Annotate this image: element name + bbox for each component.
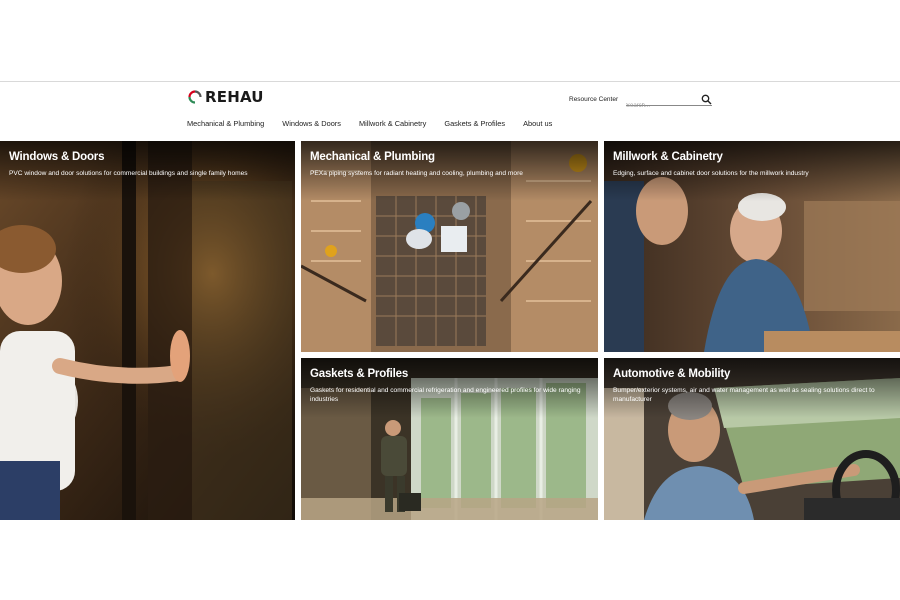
brand-name: REHAU xyxy=(205,88,264,106)
tile-title: Gaskets & Profiles xyxy=(310,368,409,380)
tile-millwork-cabinetry[interactable]: Millwork & Cabinetry Edging, surface and… xyxy=(604,141,900,352)
tile-description: Gaskets for residential and commercial r… xyxy=(310,387,581,403)
site-header: REHAU Resource Center Mechanical & Plumb… xyxy=(0,82,900,140)
rehau-logo-icon xyxy=(188,90,202,104)
tile-gaskets-profiles[interactable]: Gaskets & Profiles Gaskets for residenti… xyxy=(301,358,598,520)
tile-mechanical-plumbing[interactable]: Mechanical & Plumbing PEXa piping system… xyxy=(301,141,598,352)
tile-description: Bumper/exterior systems, air and water m… xyxy=(613,387,875,403)
search-icon[interactable] xyxy=(701,92,712,105)
search-box xyxy=(626,92,712,109)
brand-logo[interactable]: REHAU xyxy=(188,88,264,106)
tile-title: Automotive & Mobility xyxy=(613,368,731,380)
tile-automotive-mobility[interactable]: Automotive & Mobility Bumper/exterior sy… xyxy=(604,358,900,520)
nav-about-us[interactable]: About us xyxy=(523,119,552,128)
search-input[interactable] xyxy=(626,103,698,109)
tile-title: Windows & Doors xyxy=(9,151,105,163)
nav-mechanical-plumbing[interactable]: Mechanical & Plumbing xyxy=(187,119,264,128)
tile-description: Edging, surface and cabinet door solutio… xyxy=(613,170,809,177)
nav-millwork-cabinetry[interactable]: Millwork & Cabinetry xyxy=(359,119,426,128)
tile-windows-doors[interactable]: Windows & Doors PVC window and door solu… xyxy=(0,141,295,520)
tile-title: Millwork & Cabinetry xyxy=(613,151,723,163)
resource-center-link[interactable]: Resource Center xyxy=(569,96,618,103)
nav-windows-doors[interactable]: Windows & Doors xyxy=(282,119,341,128)
tile-title: Mechanical & Plumbing xyxy=(310,151,435,163)
main-nav: Mechanical & Plumbing Windows & Doors Mi… xyxy=(187,119,570,128)
tile-description: PVC window and door solutions for commer… xyxy=(9,170,248,177)
tile-description: PEXa piping systems for radiant heating … xyxy=(310,170,523,177)
nav-gaskets-profiles[interactable]: Gaskets & Profiles xyxy=(444,119,505,128)
